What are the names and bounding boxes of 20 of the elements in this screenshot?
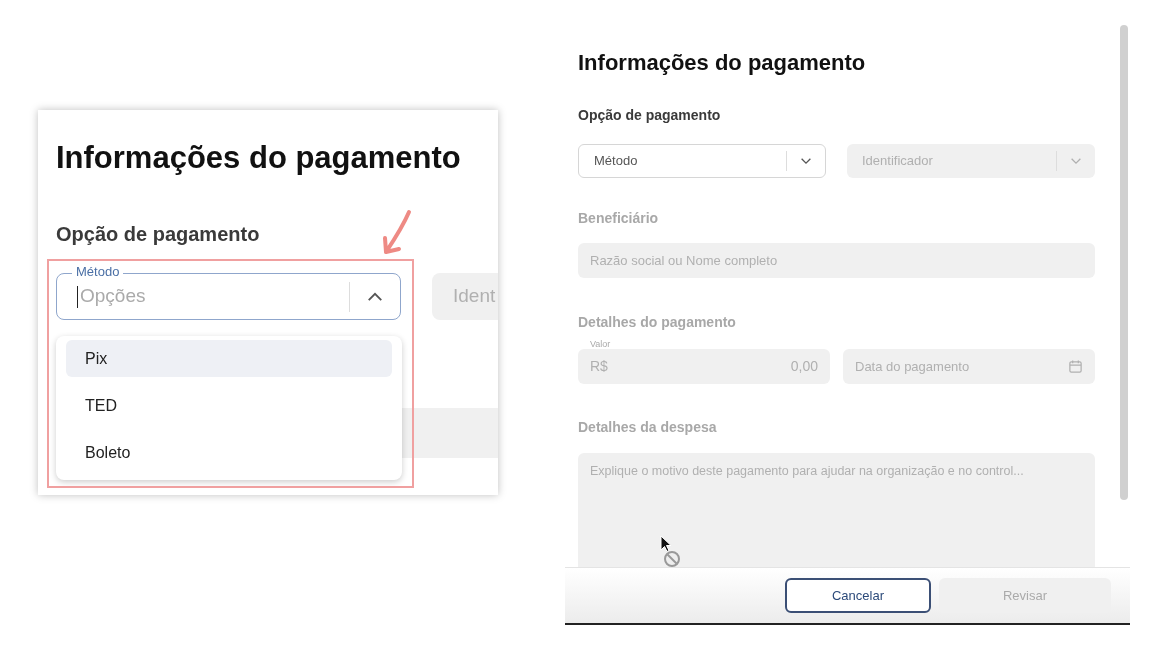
date-placeholder: Data do pagamento [855,357,971,376]
amount-placeholder: 0,00 [790,357,818,376]
card-title: Informações do pagamento [56,140,461,175]
calendar-icon [1068,359,1083,374]
select-field[interactable]: Método [578,144,826,178]
select-placeholder: Método [593,152,639,171]
cancel-button[interactable]: Cancelar [785,578,931,613]
dropdown-option[interactable]: TED [66,387,392,424]
currency-prefix: R$ [590,357,609,376]
section-heading: Opção de pagamento [56,223,260,245]
floating-label: Valor [590,339,611,349]
section-heading: Detalhes da despesa [578,418,718,437]
form-title: Informações do pagamento [578,49,867,77]
section-heading: Opção de pagamento [578,106,722,125]
dropdown-option[interactable]: Boleto [66,434,392,471]
select-placeholder: Opções [79,284,147,309]
section-heading: Beneficiário [578,209,660,228]
dropdown-option[interactable]: Pix [66,340,392,377]
select-placeholder: Identificador [861,152,934,171]
section-heading: Detalhes do pagamento [578,313,737,332]
